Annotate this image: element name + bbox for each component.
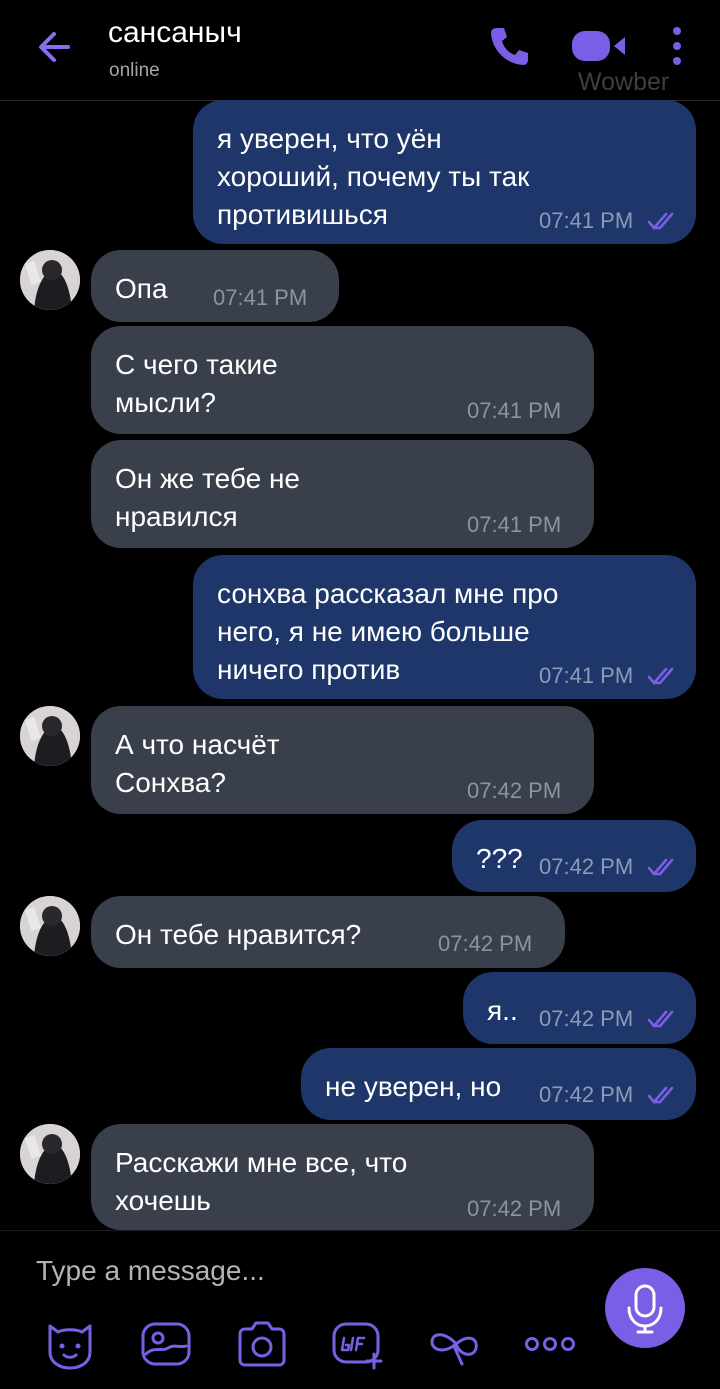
message-time: 07:41 PM — [467, 398, 562, 423]
read-check-icon — [647, 667, 674, 686]
message-bubble-incoming[interactable]: А что насчёт Сонхва? 07:42 PM — [91, 706, 594, 814]
camera-button[interactable] — [234, 1316, 290, 1372]
message-text: я уверен, что уён хороший, почему ты так… — [217, 123, 530, 230]
video-call-button[interactable] — [570, 28, 628, 64]
chat-header: сансаныч online Wowber — [0, 0, 720, 101]
video-camera-icon — [572, 31, 625, 61]
message-input[interactable] — [36, 1251, 576, 1291]
read-check-icon — [647, 212, 674, 231]
message-text: я.. — [487, 995, 518, 1026]
sticker-icon — [48, 1324, 92, 1370]
avatar-photo-icon — [20, 250, 80, 310]
contact-avatar[interactable] — [20, 1124, 80, 1184]
message-time: 07:41 PM — [467, 512, 562, 537]
kebab-menu-icon — [673, 27, 681, 65]
doodle-icon — [141, 1322, 191, 1366]
doodle-button[interactable] — [138, 1316, 194, 1372]
message-time: 07:42 PM — [539, 854, 634, 879]
contact-avatar[interactable] — [20, 896, 80, 956]
avatar-photo-icon — [20, 1124, 80, 1184]
voice-call-button[interactable] — [488, 24, 530, 68]
gif-icon — [332, 1322, 383, 1370]
message-text: А что насчёт Сонхва? — [115, 729, 280, 798]
message-time: 07:41 PM — [539, 663, 634, 688]
avatar-photo-icon — [20, 896, 80, 956]
camera-icon — [238, 1321, 286, 1367]
message-time: 07:42 PM — [539, 1082, 634, 1107]
microphone-icon — [627, 1284, 663, 1334]
message-text: Расскажи мне все, что хочешь — [115, 1147, 408, 1216]
contact-avatar[interactable] — [20, 706, 80, 766]
message-time: 07:42 PM — [438, 931, 533, 956]
more-icon — [525, 1337, 575, 1351]
message-time: 07:42 PM — [539, 1006, 634, 1031]
watermark: Wowber — [578, 68, 670, 96]
more-menu-button[interactable] — [664, 24, 690, 68]
read-check-icon — [647, 858, 674, 877]
message-time: 07:42 PM — [467, 1196, 562, 1221]
voice-message-button[interactable] — [605, 1268, 685, 1348]
message-bubble-outgoing[interactable]: ??? 07:42 PM — [452, 820, 696, 892]
message-bubble-incoming[interactable]: С чего такие мысли? 07:41 PM — [91, 326, 594, 434]
message-bubble-incoming[interactable]: Он тебе нравится? 07:42 PM — [91, 896, 565, 968]
message-bubble-outgoing[interactable]: не уверен, но 07:42 PM — [301, 1048, 696, 1120]
message-text: сонхва рассказал мне про него, я не имею… — [217, 578, 559, 685]
gif-button[interactable] — [330, 1316, 386, 1372]
message-bubble-incoming[interactable]: Расскажи мне все, что хочешь 07:42 PM — [91, 1124, 594, 1230]
message-text: Он тебе нравится? — [115, 919, 362, 950]
read-check-icon — [647, 1010, 674, 1029]
message-text: Опа — [115, 273, 168, 304]
message-text: не уверен, но — [325, 1071, 502, 1102]
contact-name[interactable]: сансаныч — [108, 16, 242, 50]
phone-icon — [491, 28, 528, 65]
back-arrow-icon — [39, 32, 70, 62]
more-button[interactable] — [522, 1316, 578, 1372]
read-check-icon — [647, 1086, 674, 1105]
more-options-icon — [430, 1333, 478, 1366]
avatar-photo-icon — [20, 706, 80, 766]
message-text: С чего такие мысли? — [115, 349, 278, 418]
message-bubble-incoming[interactable]: Он же тебе не нравился 07:41 PM — [91, 440, 594, 548]
contact-status: online — [109, 60, 160, 81]
message-text: Он же тебе не нравился — [115, 463, 300, 532]
sticker-button[interactable] — [42, 1316, 98, 1372]
message-bubble-outgoing[interactable]: сонхва рассказал мне про него, я не имею… — [193, 555, 696, 699]
contact-avatar[interactable] — [20, 250, 80, 310]
more-options-button[interactable] — [426, 1316, 482, 1372]
back-button[interactable] — [34, 26, 76, 68]
message-time: 07:42 PM — [467, 778, 562, 803]
message-bubble-outgoing[interactable]: я уверен, что уён хороший, почему ты так… — [193, 100, 696, 244]
message-text: ??? — [476, 843, 523, 874]
message-time: 07:41 PM — [539, 208, 634, 233]
message-composer — [0, 1230, 720, 1389]
message-time: 07:41 PM — [213, 285, 308, 310]
message-bubble-outgoing[interactable]: я.. 07:42 PM — [463, 972, 696, 1044]
message-bubble-incoming[interactable]: Опа 07:41 PM — [91, 250, 339, 322]
